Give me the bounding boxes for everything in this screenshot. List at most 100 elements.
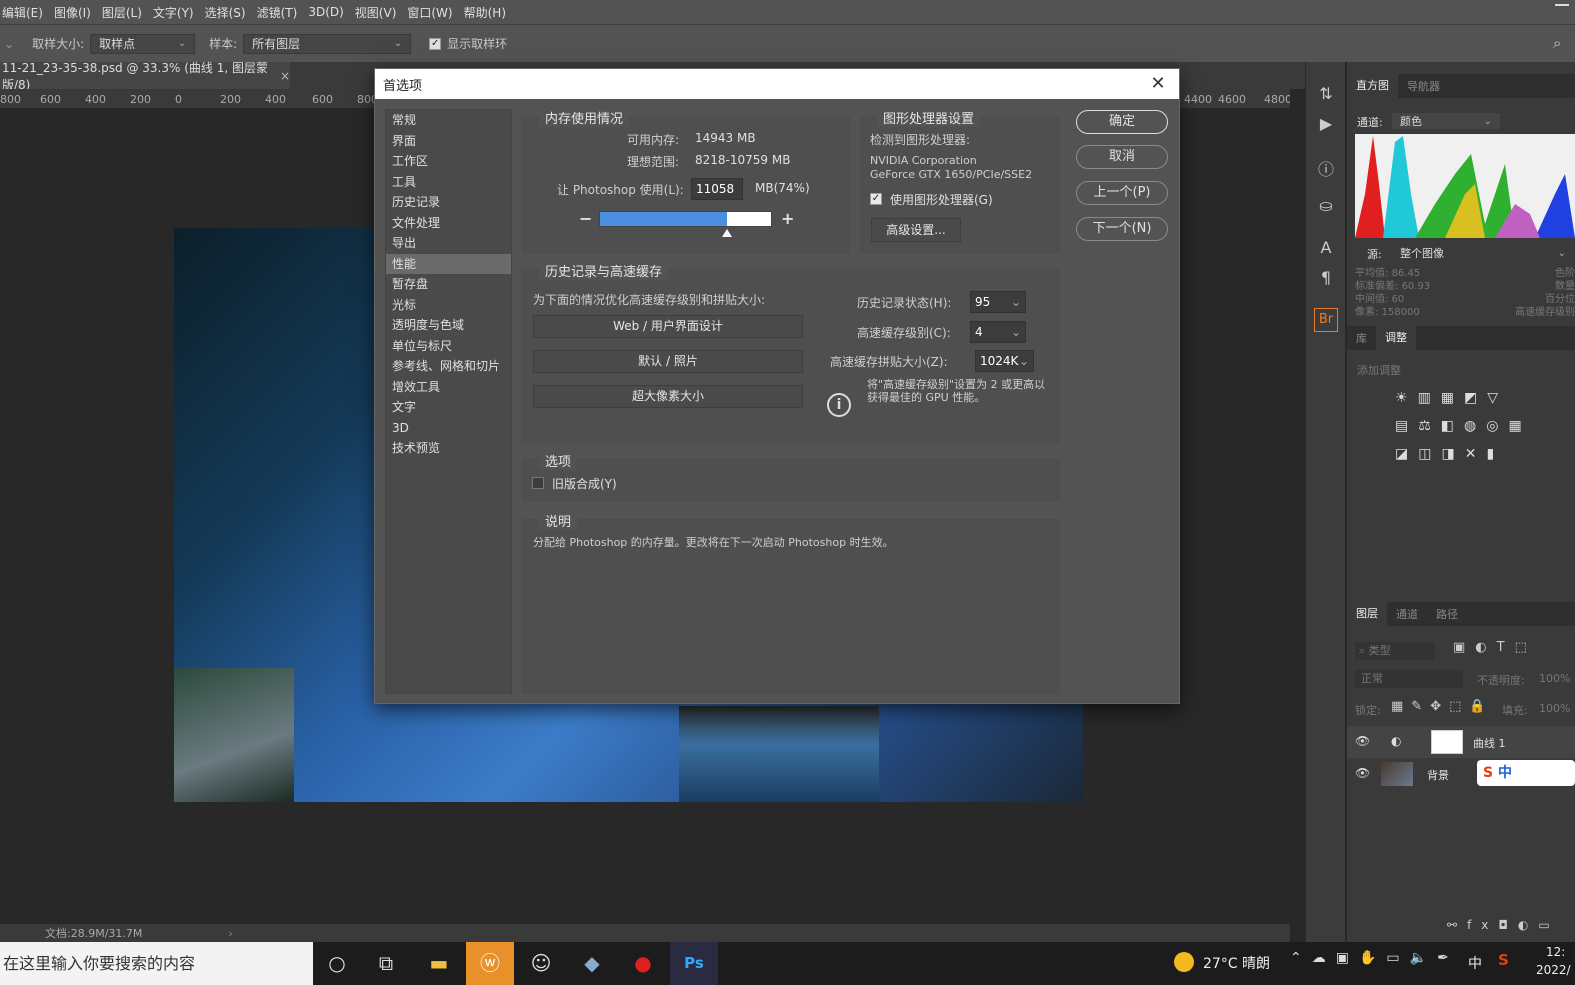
history-states-input[interactable]: 95 ⌄ xyxy=(970,291,1026,313)
tray-chevron-icon[interactable]: ⌃ xyxy=(1290,950,1312,966)
levels-icon[interactable]: ▥ xyxy=(1418,390,1441,406)
menu-image[interactable]: 图像(I) xyxy=(54,4,91,21)
fx-icon[interactable]: fx xyxy=(1467,918,1498,932)
curves-icon[interactable]: ▦ xyxy=(1441,390,1464,406)
photo-filter-icon[interactable]: ◍ xyxy=(1464,418,1486,434)
nav-scratch-disks[interactable]: 暂存盘 xyxy=(386,274,511,295)
nav-guides[interactable]: 参考线、网格和切片 xyxy=(386,356,511,377)
sample-select[interactable]: 所有图层 xyxy=(243,33,412,54)
play-action-icon[interactable]: ▶ xyxy=(1314,114,1338,138)
layer-filter-input[interactable]: ⌕ 类型 xyxy=(1355,642,1435,660)
lock-move-icon[interactable]: ✥ xyxy=(1430,699,1449,714)
nav-history[interactable]: 历史记录 xyxy=(386,192,511,213)
nav-file-handling[interactable]: 文件处理 xyxy=(386,213,511,234)
tab-layers[interactable]: 图层 xyxy=(1347,602,1387,626)
tool-options-chevron-icon[interactable]: ⌄ xyxy=(4,37,14,51)
balance-icon[interactable]: ⚖ xyxy=(1418,418,1441,434)
paragraph-icon[interactable]: ¶ xyxy=(1314,268,1338,292)
nav-type[interactable]: 文字 xyxy=(386,397,511,418)
ime-indicator[interactable]: 中 xyxy=(1468,953,1482,973)
nav-plugins[interactable]: 增效工具 xyxy=(386,377,511,398)
history-brush-icon[interactable]: ⇅ xyxy=(1314,84,1338,108)
nav-transparency[interactable]: 透明度与色域 xyxy=(386,315,511,336)
clock-date[interactable]: 2022/ xyxy=(1536,963,1571,977)
layer-row[interactable]: 👁 ◐ 曲线 1 xyxy=(1347,726,1575,758)
new-adjust-icon[interactable]: ◐ xyxy=(1518,918,1538,932)
web-ui-button[interactable]: Web / 用户界面设计 xyxy=(533,315,803,338)
new-group-icon[interactable]: ▭ xyxy=(1538,918,1559,932)
layer-name[interactable]: 背景 xyxy=(1427,767,1449,783)
cancel-button[interactable]: 取消 xyxy=(1076,145,1168,169)
tab-library[interactable]: 库 xyxy=(1347,330,1376,346)
close-tab-icon[interactable]: × xyxy=(280,69,290,83)
fill-value[interactable]: 100% xyxy=(1539,702,1570,715)
record-icon[interactable]: ● xyxy=(619,942,667,985)
cortana-icon[interactable]: ○ xyxy=(313,942,361,985)
ime-toolbar[interactable]: S 中 xyxy=(1477,760,1575,786)
character-icon[interactable]: A xyxy=(1314,238,1338,262)
menu-type[interactable]: 文字(Y) xyxy=(153,4,194,21)
file-explorer-icon[interactable]: ▬ xyxy=(415,942,463,985)
opacity-value[interactable]: 100% xyxy=(1539,672,1570,685)
info-icon[interactable]: ⓘ xyxy=(1314,156,1338,180)
link-icon[interactable]: ⚯ xyxy=(1447,918,1467,932)
nav-units[interactable]: 单位与标尺 xyxy=(386,336,511,357)
blend-mode-select[interactable]: 正常 xyxy=(1355,670,1463,688)
ram-slider-track[interactable] xyxy=(599,211,772,227)
volume-icon[interactable]: 🔈 xyxy=(1410,950,1437,966)
clone-source-icon[interactable]: ⛀ xyxy=(1314,196,1338,220)
weather-text[interactable]: 27°C 晴朗 xyxy=(1203,953,1270,973)
invert-icon[interactable]: ◪ xyxy=(1395,446,1418,462)
posterize-icon[interactable]: ◫ xyxy=(1418,446,1441,462)
sample-size-select[interactable]: 取样点 xyxy=(90,33,196,54)
huge-pixel-button[interactable]: 超大像素大小 xyxy=(533,385,803,408)
shape-filter-icon[interactable]: ⬚ xyxy=(1515,640,1537,655)
ram-use-input[interactable]: 11058 xyxy=(691,178,743,200)
next-button[interactable]: 下一个(N) xyxy=(1076,217,1168,241)
nav-general[interactable]: 常规 xyxy=(386,110,511,131)
gradient-map-icon[interactable]: ▮ xyxy=(1486,446,1504,462)
nav-tools[interactable]: 工具 xyxy=(386,172,511,193)
bw-icon[interactable]: ◧ xyxy=(1441,418,1464,434)
layer-thumbnail[interactable] xyxy=(1381,762,1413,786)
lock-transparent-icon[interactable]: ▦ xyxy=(1391,699,1411,714)
source-select[interactable]: 整个图像 xyxy=(1391,244,1575,262)
nav-performance[interactable]: 性能 xyxy=(386,253,511,274)
bridge-icon[interactable]: Br xyxy=(1314,308,1338,332)
lock-all-icon[interactable]: 🔒 xyxy=(1469,699,1493,714)
use-gpu-checkbox[interactable]: ✓ xyxy=(870,193,882,205)
plus-icon[interactable]: + xyxy=(781,209,794,228)
adjust-filter-icon[interactable]: ◐ xyxy=(1475,640,1496,655)
app-w-icon[interactable]: ⓦ xyxy=(466,942,514,985)
app-avatar-icon[interactable]: ☺ xyxy=(517,942,565,985)
image-filter-icon[interactable]: ▣ xyxy=(1453,640,1475,655)
advanced-settings-button[interactable]: 高级设置... xyxy=(871,218,961,242)
minus-icon[interactable]: − xyxy=(579,209,592,228)
menu-help[interactable]: 帮助(H) xyxy=(464,4,506,21)
mixer-icon[interactable]: ◎ xyxy=(1486,418,1508,434)
pen-icon[interactable]: ✒ xyxy=(1437,950,1459,966)
search-icon[interactable]: ⌕ xyxy=(1553,34,1561,52)
default-photo-button[interactable]: 默认 / 照片 xyxy=(533,350,803,373)
eye-icon[interactable]: 👁 xyxy=(1355,766,1370,780)
tab-channels[interactable]: 通道 xyxy=(1387,606,1427,622)
show-ring-checkbox[interactable]: ✓ xyxy=(429,37,442,50)
nav-interface[interactable]: 界面 xyxy=(386,131,511,152)
nav-export[interactable]: 导出 xyxy=(386,233,511,254)
network-icon[interactable]: ▭ xyxy=(1386,950,1409,966)
cloud-icon[interactable]: ☁ xyxy=(1312,950,1336,966)
cache-levels-input[interactable]: 4 ⌄ xyxy=(970,321,1026,343)
photoshop-icon[interactable]: Ps xyxy=(670,942,718,985)
menu-window[interactable]: 窗口(W) xyxy=(407,4,452,21)
tray-hand-icon[interactable]: ✋ xyxy=(1359,950,1386,966)
tab-adjustments[interactable]: 调整 xyxy=(1376,326,1416,350)
tab-histogram[interactable]: 直方图 xyxy=(1347,74,1398,98)
app-notes-icon[interactable]: ◆ xyxy=(568,942,616,985)
tray-app-icon[interactable]: ▣ xyxy=(1336,950,1359,966)
menu-filter[interactable]: 滤镜(T) xyxy=(257,4,298,21)
vibrance-icon[interactable]: ▽ xyxy=(1487,390,1508,406)
threshold-icon[interactable]: ◨ xyxy=(1441,446,1464,462)
nav-workspace[interactable]: 工作区 xyxy=(386,151,511,172)
menu-select[interactable]: 选择(S) xyxy=(205,4,246,21)
mask-icon[interactable]: ◘ xyxy=(1498,918,1518,932)
